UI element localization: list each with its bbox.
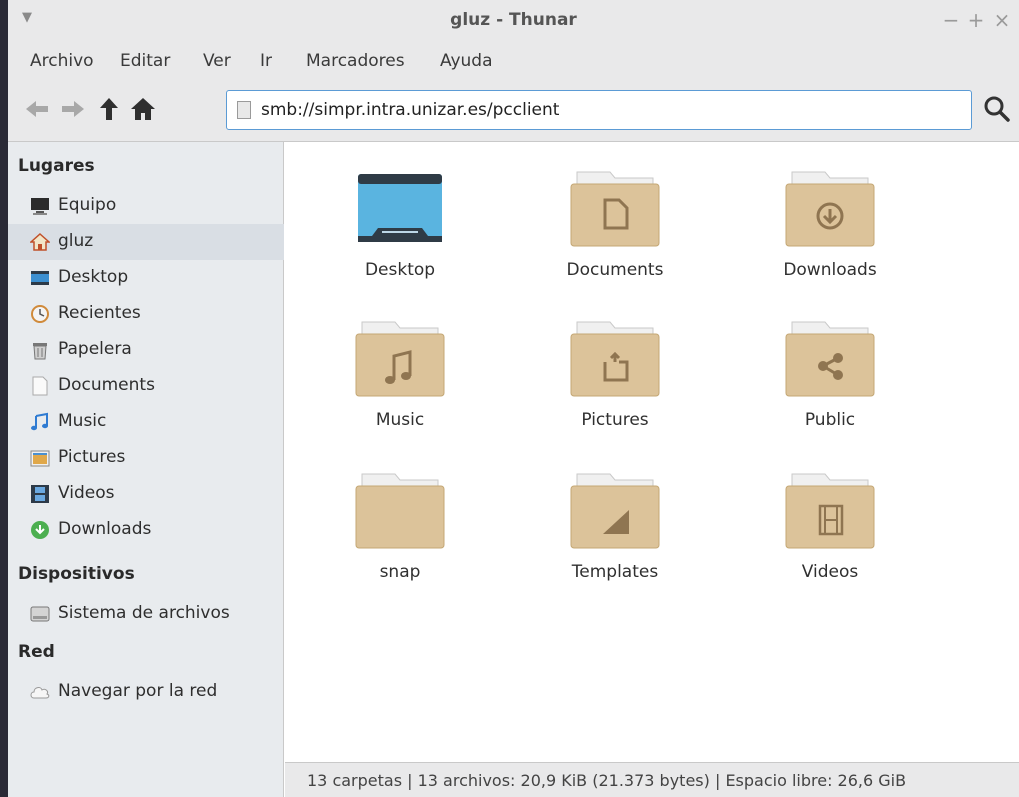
title-bar: ▼ gluz - Thunar − + × [8, 0, 1019, 44]
menu-ver[interactable]: Ver [203, 51, 231, 71]
downloads-icon [31, 521, 49, 539]
sidebar-item-equipo[interactable]: Equipo [8, 188, 284, 224]
menu-archivo[interactable]: Archivo [30, 51, 94, 71]
sidebar-item-desktop[interactable]: Desktop [8, 260, 284, 296]
sidebar-item-label: Downloads [58, 519, 152, 539]
search-icon[interactable] [982, 94, 1012, 124]
folder-label: Desktop [364, 260, 436, 280]
desktop-folder-icon [358, 174, 442, 242]
sidebar-item-videos[interactable]: Videos [8, 476, 284, 512]
sidebar-item-label: Equipo [58, 195, 117, 215]
menu-editar[interactable]: Editar [120, 51, 170, 71]
window-title: gluz - Thunar [450, 10, 577, 30]
sidebar-item-label: Pictures [58, 447, 126, 467]
minimize-button[interactable]: − [940, 8, 962, 32]
home-icon [30, 232, 50, 251]
videos-folder-icon [785, 473, 875, 549]
document-icon [32, 376, 48, 396]
sidebar: Lugares Equipo gluz Desktop Recientes Pa… [8, 142, 284, 797]
sidebar-item-label: gluz [58, 231, 94, 251]
videos-icon [31, 485, 49, 503]
folder-item-videos[interactable]: Videos [750, 472, 910, 612]
sidebar-item-recientes[interactable]: Recientes [8, 296, 284, 332]
music-icon [31, 412, 48, 431]
desktop-icon [31, 271, 49, 285]
menu-marcadores[interactable]: Marcadores [306, 51, 405, 71]
folder-label: Pictures [581, 410, 649, 430]
sidebar-item-gluz[interactable]: gluz [8, 224, 284, 260]
downloads-folder-icon [785, 171, 875, 247]
close-button[interactable]: × [991, 8, 1013, 32]
menu-ayuda[interactable]: Ayuda [440, 51, 493, 71]
folder-item-snap[interactable]: snap [320, 472, 480, 612]
home-icon[interactable] [128, 94, 158, 124]
trash-icon [33, 343, 47, 360]
folder-label: snap [379, 562, 421, 582]
location-bar[interactable] [226, 90, 972, 130]
folder-item-music[interactable]: Music [320, 320, 480, 460]
menu-ir[interactable]: Ir [260, 51, 272, 71]
folder-item-documents[interactable]: Documents [535, 170, 695, 310]
status-text: 13 carpetas | 13 archivos: 20,9 KiB (21.… [307, 771, 907, 790]
sidebar-item-label: Desktop [58, 267, 129, 287]
up-arrow-icon[interactable] [94, 94, 124, 124]
thunar-window: ▼ gluz - Thunar − + × Archivo Editar Ver… [0, 0, 1019, 797]
sidebar-item-label: Videos [58, 483, 115, 503]
sidebar-section-lugares: Lugares [18, 156, 95, 176]
sidebar-item-label: Papelera [58, 339, 132, 359]
recent-icon [31, 305, 49, 323]
sidebar-item-downloads[interactable]: Downloads [8, 512, 284, 548]
folder-label: Downloads [783, 260, 877, 280]
sidebar-section-dispositivos: Dispositivos [18, 564, 135, 584]
folder-label: Templates [571, 562, 659, 582]
sidebar-item-label: Music [58, 411, 107, 431]
sidebar-item-sistema-de-archivos[interactable]: Sistema de archivos [8, 596, 284, 632]
folder-label: Public [804, 410, 856, 430]
folder-item-downloads[interactable]: Downloads [750, 170, 910, 310]
sidebar-item-music[interactable]: Music [8, 404, 284, 440]
toolbar [8, 80, 1019, 142]
drive-icon [30, 606, 50, 622]
templates-folder-icon [570, 473, 660, 549]
folder-item-pictures[interactable]: Pictures [535, 320, 695, 460]
folder-item-public[interactable]: Public [750, 320, 910, 460]
file-view: Desktop Documents Downloads Music Pictur… [285, 142, 1019, 762]
folder-item-templates[interactable]: Templates [535, 472, 695, 612]
menu-bar: Archivo Editar Ver Ir Marcadores Ayuda [8, 44, 1019, 80]
sidebar-item-papelera[interactable]: Papelera [8, 332, 284, 368]
status-bar: 13 carpetas | 13 archivos: 20,9 KiB (21.… [285, 762, 1019, 797]
sidebar-item-documents[interactable]: Documents [8, 368, 284, 404]
sidebar-section-red: Red [18, 642, 55, 662]
music-folder-icon [355, 321, 445, 397]
maximize-button[interactable]: + [965, 8, 987, 32]
folder-label: Videos [801, 562, 859, 582]
folder-label: Documents [566, 260, 664, 280]
documents-folder-icon [570, 171, 660, 247]
sidebar-item-pictures[interactable]: Pictures [8, 440, 284, 476]
location-input[interactable] [261, 97, 951, 123]
network-icon [30, 687, 50, 699]
document-icon [237, 101, 251, 119]
folder-item-desktop[interactable]: Desktop [320, 170, 480, 310]
forward-arrow-icon[interactable] [58, 94, 88, 124]
pictures-folder-icon [570, 321, 660, 397]
folder-icon [355, 473, 445, 549]
sidebar-item-label: Navegar por la red [58, 681, 218, 701]
sidebar-item-label: Documents [58, 375, 155, 395]
desktop-edge [0, 0, 8, 797]
folder-label: Music [375, 410, 425, 430]
pictures-icon [30, 450, 50, 467]
back-arrow-icon[interactable] [22, 94, 52, 124]
public-folder-icon [785, 321, 875, 397]
computer-icon [31, 198, 49, 215]
sidebar-item-label: Recientes [58, 303, 141, 323]
sidebar-item-navegar-por-la-red[interactable]: Navegar por la red [8, 674, 284, 710]
sidebar-item-label: Sistema de archivos [58, 603, 230, 623]
